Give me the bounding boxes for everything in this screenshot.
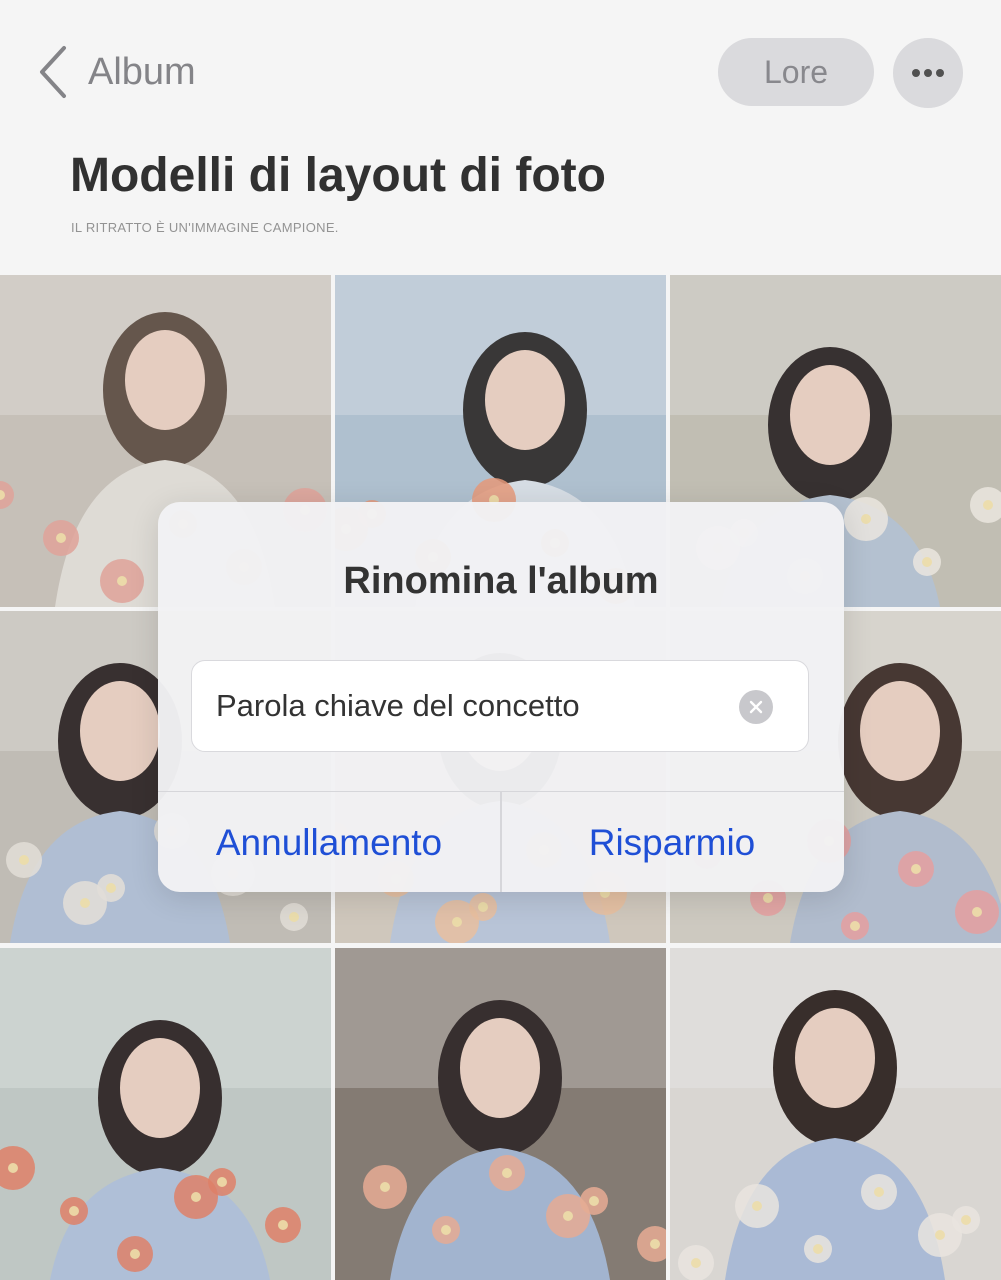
cancel-button[interactable]: Annullamento xyxy=(158,792,500,892)
page-subtitle: IL RITRATTO È UN'IMMAGINE CAMPIONE. xyxy=(71,220,339,235)
more-horizontal-icon xyxy=(912,69,944,77)
album-name-input[interactable] xyxy=(216,661,736,750)
clear-input-button[interactable] xyxy=(739,690,773,724)
clear-circle-icon xyxy=(749,700,763,714)
photo-tile[interactable] xyxy=(0,948,331,1280)
dialog-title: Rinomina l'album xyxy=(343,560,659,602)
woman-seated-flower-shop-image xyxy=(0,948,331,1280)
page-title: Modelli di layout di foto xyxy=(70,149,606,202)
top-bar: Album Lore Modelli di layout di foto IL … xyxy=(0,0,1001,270)
photo-tile[interactable] xyxy=(670,948,1001,1280)
photo-tile[interactable] xyxy=(335,948,666,1280)
dialog-actions: Annullamento Risparmio xyxy=(158,791,844,892)
woman-hand-in-hair-image xyxy=(670,948,1001,1280)
more-options-button[interactable] xyxy=(893,38,963,108)
rename-album-dialog: Rinomina l'album Annullamento Risparmio xyxy=(158,502,844,892)
save-button[interactable]: Risparmio xyxy=(501,792,843,892)
woman-behind-glass-flowers-image xyxy=(335,948,666,1280)
back-button[interactable]: Album xyxy=(34,40,196,104)
album-name-field xyxy=(191,660,809,752)
lore-button[interactable]: Lore xyxy=(718,38,874,106)
back-label: Album xyxy=(88,50,196,93)
chevron-left-icon xyxy=(40,46,66,98)
